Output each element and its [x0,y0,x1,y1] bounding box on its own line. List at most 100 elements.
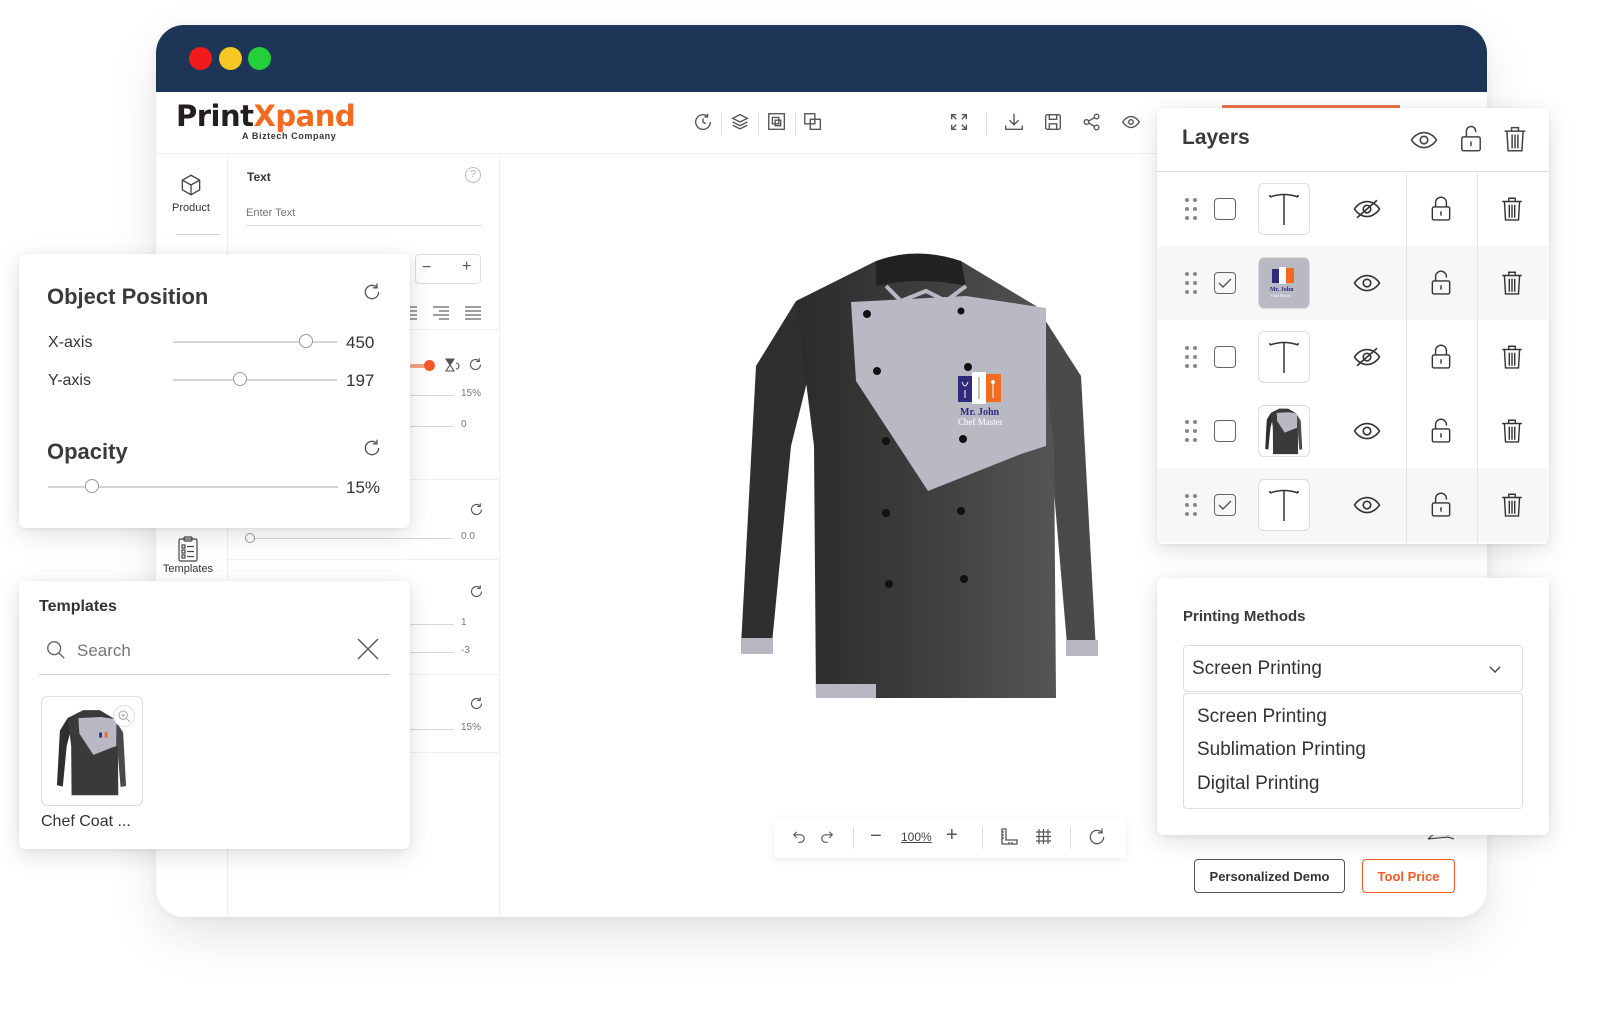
font-size-stepper[interactable]: − + [415,254,481,284]
slider-track[interactable] [408,395,454,396]
eye-icon[interactable] [1352,490,1382,520]
flip-icon[interactable] [444,357,460,373]
redo-icon[interactable] [818,828,836,846]
layer-row[interactable] [1157,468,1549,542]
delete-all-icon[interactable] [1501,123,1529,153]
grid-icon[interactable] [1035,828,1052,845]
layer-row[interactable] [1157,172,1549,246]
trash-icon[interactable] [1499,341,1525,371]
chevron-down-icon[interactable] [1486,660,1504,678]
trash-icon[interactable] [1499,267,1525,297]
reset-icon[interactable] [469,502,484,517]
personalized-demo-button[interactable]: Personalized Demo [1194,859,1345,893]
reset-icon[interactable] [468,357,483,372]
trash-icon[interactable] [1499,489,1525,519]
layer-row[interactable] [1157,320,1549,394]
slider-track[interactable] [408,426,454,427]
layer-checkbox[interactable] [1214,198,1236,220]
layer-checkbox[interactable] [1214,494,1236,516]
layers-icon[interactable] [729,111,753,135]
text-input[interactable] [246,200,482,226]
reset-icon[interactable] [469,696,484,711]
undo-icon[interactable] [790,828,808,846]
template-name[interactable]: Chef Coat ... [41,813,131,831]
layer-row[interactable]: Mr. John Chef Master [1157,246,1549,320]
template-card[interactable] [41,696,143,806]
clear-search-icon[interactable] [356,637,380,661]
reset-opacity-icon[interactable] [362,438,382,458]
drag-handle-icon[interactable] [1184,493,1198,517]
bring-front-icon[interactable] [766,111,790,135]
trash-icon[interactable] [1499,193,1525,223]
send-back-icon[interactable] [802,111,826,135]
option-digital-printing[interactable]: Digital Printing [1197,773,1320,795]
option-screen-printing[interactable]: Screen Printing [1197,706,1327,728]
unlock-icon[interactable] [1428,489,1454,519]
fullscreen-icon[interactable] [948,111,972,135]
minimize-window-button[interactable] [219,47,242,70]
history-icon[interactable] [692,111,716,135]
layer-checkbox[interactable] [1214,272,1236,294]
jacket-layer-thumbnail[interactable] [1258,405,1310,457]
unlock-all-icon[interactable] [1457,123,1485,153]
chef-jacket-product[interactable]: Mr. John Chef Master [736,246,1106,706]
rail-item-product[interactable]: Product [156,172,226,214]
slider-track[interactable] [408,729,454,730]
printing-method-select[interactable]: Screen Printing [1183,645,1523,692]
slider-track[interactable] [408,624,454,625]
help-icon[interactable]: ? [465,167,481,183]
maximize-window-button[interactable] [248,47,271,70]
custom-logo-layer[interactable]: Mr. John Chef Master [958,372,1003,427]
close-window-button[interactable] [189,47,212,70]
share-icon[interactable] [1081,111,1105,135]
zoom-out-button[interactable]: − [870,825,882,848]
reset-view-icon[interactable] [1087,827,1107,847]
text-layer-thumbnail[interactable] [1258,331,1310,383]
option-sublimation-printing[interactable]: Sublimation Printing [1197,739,1366,761]
toggle-thumb[interactable] [424,360,435,371]
eye-off-icon[interactable] [1352,194,1382,224]
lock-icon[interactable] [1428,193,1454,223]
y-axis-slider-thumb[interactable] [233,372,248,386]
preview-icon[interactable] [1120,111,1144,135]
increment-button[interactable]: + [462,258,471,276]
show-all-eye-icon[interactable] [1409,125,1439,155]
reset-icon[interactable] [469,584,484,599]
eye-icon[interactable] [1352,268,1382,298]
drag-handle-icon[interactable] [1184,345,1198,369]
brand-logo[interactable]: PrintXpand A Biztech Company [176,99,356,141]
x-axis-slider-thumb[interactable] [298,334,313,348]
save-icon[interactable] [1042,111,1066,135]
opacity-slider-thumb[interactable] [84,479,99,493]
layer-checkbox[interactable] [1214,346,1236,368]
text-layer-thumbnail[interactable] [1258,183,1310,235]
slider-track[interactable] [255,538,453,539]
unlock-icon[interactable] [1428,415,1454,445]
slider-thumb[interactable] [245,533,255,543]
lock-icon[interactable] [1428,341,1454,371]
download-icon[interactable] [1003,111,1027,135]
zoom-in-button[interactable]: + [946,824,958,847]
drag-handle-icon[interactable] [1184,197,1198,221]
trash-icon[interactable] [1499,415,1525,445]
decrement-button[interactable]: − [422,259,431,277]
ruler-icon[interactable] [1000,828,1018,846]
template-search-input[interactable] [77,637,337,665]
drag-handle-icon[interactable] [1184,271,1198,295]
unlock-icon[interactable] [1428,267,1454,297]
rail-item-templates[interactable]: Templates [156,536,223,575]
logo-layer-thumbnail[interactable]: Mr. John Chef Master [1258,257,1310,309]
zoom-level[interactable]: 100% [901,830,932,844]
tool-price-button[interactable]: Tool Price [1362,859,1455,893]
layer-row[interactable] [1157,394,1549,468]
align-right-icon[interactable] [432,304,450,320]
eye-icon[interactable] [1352,416,1382,446]
align-justify-icon[interactable] [464,304,482,320]
slider-track[interactable] [408,652,454,653]
reset-position-icon[interactable] [362,282,382,302]
y-axis-slider[interactable] [173,379,337,381]
zoom-preview-icon[interactable] [113,705,135,727]
eye-off-icon[interactable] [1352,342,1382,372]
text-layer-thumbnail[interactable] [1258,479,1310,531]
layer-checkbox[interactable] [1214,420,1236,442]
